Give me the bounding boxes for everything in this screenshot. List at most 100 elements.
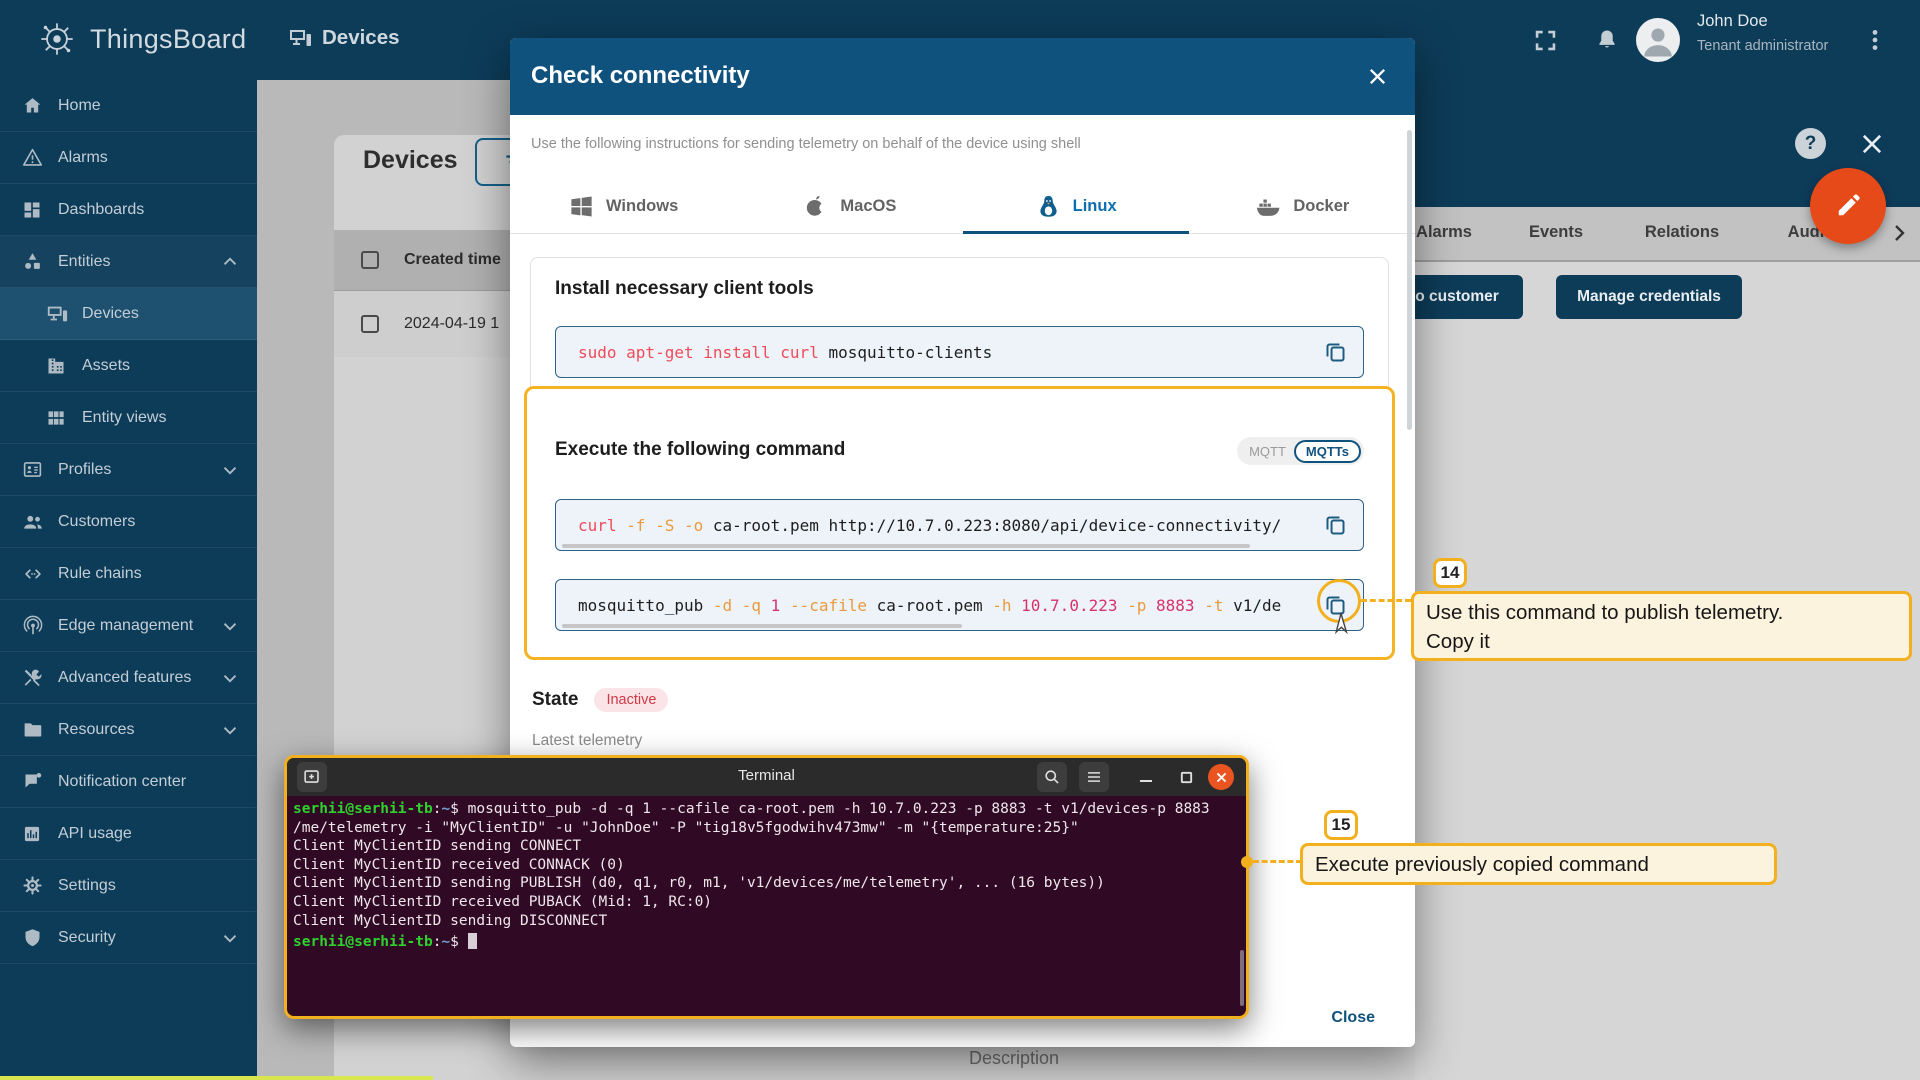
drawer-close-icon[interactable] <box>1858 130 1886 158</box>
callout-15-dot <box>1241 856 1253 868</box>
user-avatar[interactable] <box>1636 18 1680 62</box>
horizontal-scrollbar[interactable] <box>562 544 1250 548</box>
sidebar-item-assets[interactable]: Assets <box>0 340 257 392</box>
manage-credentials-button[interactable]: Manage credentials <box>1556 275 1742 319</box>
sidebar-item-alarms[interactable]: Alarms <box>0 132 257 184</box>
breadcrumb: Devices <box>288 26 400 50</box>
edit-device-fab[interactable] <box>1810 168 1886 244</box>
sidebar-item-resources[interactable]: Resources <box>0 704 257 756</box>
os-tab-label: Linux <box>1073 197 1117 216</box>
curl-command-box: curl -f -S -o ca-root.pem http://10.7.0.… <box>555 499 1364 551</box>
header-checkbox[interactable] <box>360 250 380 270</box>
callout-14-line2: Copy it <box>1426 627 1897 656</box>
terminal-line: Client MyClientID received CONNACK (0) <box>293 856 1236 875</box>
code-segment: 10.7.0.223 <box>1012 596 1118 615</box>
protocol-toggle[interactable]: MQTT MQTTs <box>1237 437 1364 465</box>
execute-title: Execute the following command <box>555 439 845 461</box>
callout-14-box: Use this command to publish telemetry. C… <box>1411 591 1912 661</box>
kebab-menu-icon[interactable] <box>1862 26 1888 54</box>
sidebar-item-label: Entity views <box>82 409 166 427</box>
callout-15-connector <box>1253 860 1302 863</box>
protocol-mqtts[interactable]: MQTTs <box>1294 440 1361 463</box>
linux-icon <box>1035 193 1062 220</box>
code-segment: -f <box>617 516 646 535</box>
terminal-titlebar[interactable]: Terminal <box>287 758 1246 796</box>
copy-icon[interactable] <box>1313 500 1357 550</box>
sidebar: HomeAlarmsDashboardsEntities Devices Asset… <box>0 80 257 1080</box>
sidebar-item-label: Devices <box>82 305 139 323</box>
terminal-output[interactable]: serhii@serhii-tb:~$ mosquitto_pub -d -q … <box>293 800 1236 1012</box>
profiles-icon <box>22 459 44 480</box>
tab-events[interactable]: Events <box>1529 223 1583 242</box>
thingsboard-logo-icon <box>34 16 80 62</box>
latest-telemetry-label: Latest telemetry <box>532 732 642 750</box>
os-tabs: WindowsMacOS Linux Docker <box>510 180 1415 234</box>
description-label: Description <box>969 1048 1059 1069</box>
decorative-line <box>0 1076 433 1080</box>
app-root: ThingsBoard Devices John Doe Tenant admi… <box>0 0 1920 1080</box>
customers-icon <box>22 511 44 533</box>
sidebar-item-rule-chains[interactable]: Rule chains <box>0 548 257 600</box>
search-icon[interactable] <box>1037 762 1067 792</box>
api-icon <box>22 824 44 844</box>
dialog-scrollbar[interactable] <box>1407 130 1412 430</box>
terminal-cursor <box>468 933 477 949</box>
terminal-line: serhii@serhii-tb:~$ <box>293 930 1236 952</box>
sidebar-item-label: Rule chains <box>58 565 142 583</box>
entities-icon <box>22 251 44 272</box>
copy-icon[interactable] <box>1313 327 1357 377</box>
sidebar-item-customers[interactable]: Customers <box>0 496 257 548</box>
dashboards-icon <box>22 200 44 220</box>
callout-15-box: Execute previously copied command <box>1300 843 1777 885</box>
code-segment: ca-root.pem <box>867 596 983 615</box>
sidebar-item-edge-management[interactable]: Edge management <box>0 600 257 652</box>
os-tab-docker[interactable]: Docker <box>1189 180 1415 233</box>
sidebar-item-security[interactable]: Security <box>0 912 257 964</box>
sidebar-item-entity-views[interactable]: Entity views <box>0 392 257 444</box>
breadcrumb-label: Devices <box>322 26 400 50</box>
help-icon[interactable]: ? <box>1795 128 1826 159</box>
brand[interactable]: ThingsBoard <box>34 16 246 62</box>
terminal-scrollbar[interactable] <box>1240 950 1244 1006</box>
code-segment: curl <box>578 516 617 535</box>
os-tab-linux[interactable]: Linux <box>963 180 1189 233</box>
horizontal-scrollbar[interactable] <box>562 624 962 628</box>
notifications-bell-icon[interactable] <box>1594 27 1620 53</box>
maximize-icon[interactable] <box>1171 762 1201 792</box>
mqtt-command-box: mosquitto_pub -d -q 1 --cafile ca-root.p… <box>555 579 1364 631</box>
sidebar-item-label: Profiles <box>58 461 111 479</box>
user-name: John Doe <box>1697 12 1768 31</box>
sidebar-item-label: Settings <box>58 877 116 895</box>
sidebar-item-label: Advanced features <box>58 669 191 687</box>
code-segment: mosquitto-clients <box>819 343 992 362</box>
sidebar-item-devices[interactable]: Devices <box>0 288 257 340</box>
sidebar-item-entities[interactable]: Entities <box>0 236 257 288</box>
dialog-close-icon[interactable] <box>1366 65 1389 88</box>
code-segment: -h <box>983 596 1012 615</box>
terminal-close-icon[interactable] <box>1208 764 1234 790</box>
sidebar-item-label: Resources <box>58 721 134 739</box>
code-segment: sudo apt-get install curl <box>578 343 819 362</box>
os-tab-macos[interactable]: MacOS <box>736 180 962 233</box>
sidebar-item-dashboards[interactable]: Dashboards <box>0 184 257 236</box>
sidebar-item-home[interactable]: Home <box>0 80 257 132</box>
menu-icon[interactable] <box>1079 762 1109 792</box>
sidebar-item-advanced-features[interactable]: Advanced features <box>0 652 257 704</box>
tab-alarms[interactable]: Alarms <box>1416 223 1472 242</box>
column-created-time[interactable]: Created time <box>404 251 501 269</box>
execute-card-highlighted: Execute the following command MQTT MQTTs… <box>524 386 1395 660</box>
chevron-up-icon <box>219 251 241 273</box>
sidebar-item-settings[interactable]: Settings <box>0 860 257 912</box>
os-tab-windows[interactable]: Windows <box>510 180 736 233</box>
row-checkbox[interactable] <box>360 314 380 334</box>
minimize-icon[interactable] <box>1131 762 1161 792</box>
sidebar-item-label: Customers <box>58 513 135 531</box>
sidebar-item-notification-center[interactable]: Notification center <box>0 756 257 808</box>
protocol-mqtt[interactable]: MQTT <box>1249 444 1286 459</box>
close-button[interactable]: Close <box>1331 1009 1375 1027</box>
sidebar-item-api-usage[interactable]: API usage <box>0 808 257 860</box>
fullscreen-icon[interactable] <box>1532 27 1559 54</box>
sidebar-item-profiles[interactable]: Profiles <box>0 444 257 496</box>
tabs-scroll-chevron-icon[interactable] <box>1887 221 1911 245</box>
tab-relations[interactable]: Relations <box>1645 223 1719 242</box>
